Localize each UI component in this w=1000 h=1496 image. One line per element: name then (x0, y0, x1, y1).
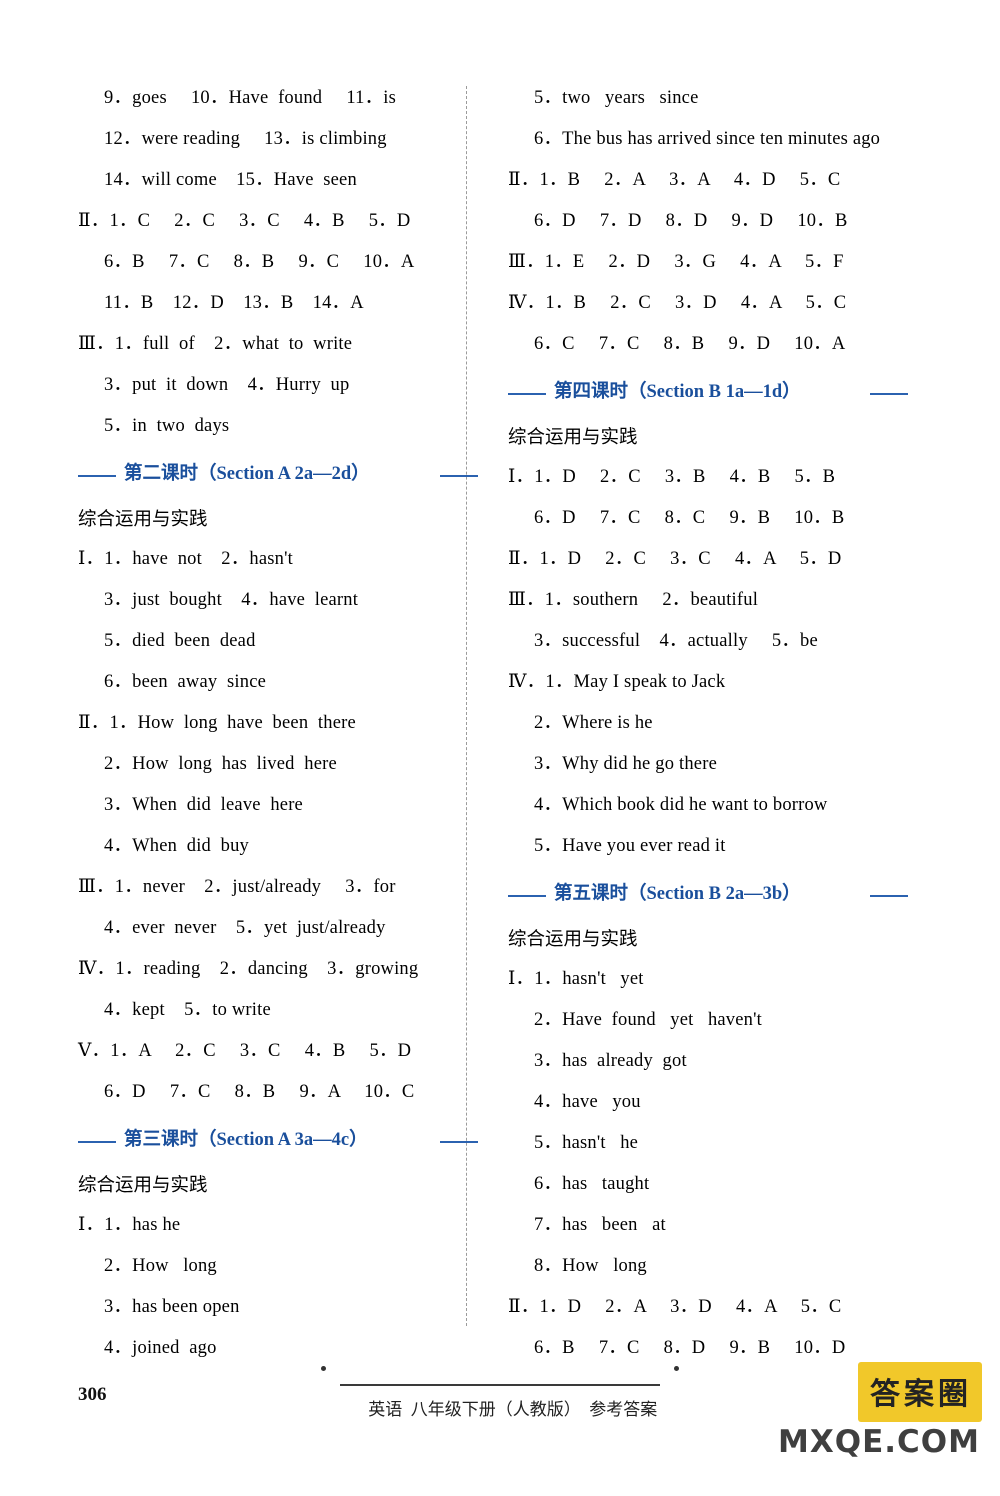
answer-line: 5．died been dead (104, 631, 256, 651)
answer-line: 6．has taught (534, 1174, 650, 1194)
answer-line: 8．How long (534, 1256, 647, 1276)
footer-rule (340, 1384, 660, 1386)
section-heading: 第五课时（Section B 2a—3b） (508, 879, 908, 913)
section-heading-label: 第四课时（Section B 1a—1d） (554, 382, 801, 402)
watermark-url: MXQE.COM (777, 1424, 980, 1460)
footer-dot-right (674, 1366, 680, 1371)
watermark-badge: 答案圈 (858, 1362, 982, 1422)
answer-line: Ⅱ．1．How long have been there (78, 713, 356, 733)
answer-line: 3．put it down 4．Hurry up (104, 375, 350, 395)
answer-line: 14．will come 15．Have seen (104, 170, 357, 190)
answer-line: 6．D 7．D 8．D 9．D 10．B (534, 211, 848, 231)
answer-key-page: 9．goes 10．Have found 11．is 12．were readin… (0, 0, 1000, 1496)
heading-rule-left (78, 1141, 116, 1143)
answer-line: 4．Which book did he want to borrow (534, 795, 828, 815)
answer-line: 3．has already got (534, 1051, 687, 1071)
heading-rule-right (870, 393, 908, 395)
answer-line: Ⅱ．1．D 2．A 3．D 4．A 5．C (508, 1297, 842, 1317)
section-heading: 第四课时（Section B 1a—1d） (508, 377, 908, 411)
answer-line: 12．were reading 13．is climbing (104, 129, 387, 149)
heading-rule-right (440, 475, 478, 477)
answer-line: 6．been away since (104, 672, 267, 692)
answer-line: Ⅴ．1．A 2．C 3．C 4．B 5．D (78, 1041, 412, 1061)
answer-line: Ⅱ．1．D 2．C 3．C 4．A 5．D (508, 549, 842, 569)
answer-line: Ⅰ．1．has he (78, 1215, 181, 1235)
answer-line: Ⅰ．1．have not 2．hasn't (78, 549, 294, 569)
answer-line: 5．Have you ever read it (534, 836, 726, 856)
page-number: 306 (78, 1384, 107, 1405)
answer-line: Ⅱ．1．C 2．C 3．C 4．B 5．D (78, 211, 411, 231)
answer-line: 6．B 7．C 8．B 9．C 10．A (104, 252, 415, 272)
heading-rule-left (508, 895, 546, 897)
section-heading-label: 第三课时（Section A 3a—4c） (124, 1130, 368, 1150)
answer-line: Ⅳ．1．reading 2．dancing 3．growing (78, 959, 419, 979)
answer-line: 6．C 7．C 8．B 9．D 10．A (534, 334, 846, 354)
answer-line: 2．Where is he (534, 713, 653, 733)
answer-line: 6．D 7．C 8．B 9．A 10．C (104, 1082, 415, 1102)
answer-line: Ⅱ．1．B 2．A 3．A 4．D 5．C (508, 170, 841, 190)
subsection-heading: 综合运用与实践 (508, 428, 638, 448)
answer-line: 9．goes 10．Have found 11．is (104, 88, 397, 108)
answer-line: Ⅰ．1．hasn't yet (508, 969, 644, 989)
answer-line: 3．just bought 4．have learnt (104, 590, 359, 610)
section-heading: 第二课时（Section A 2a—2d） (78, 459, 478, 493)
answer-line: 4．ever never 5．yet just/already (104, 918, 386, 938)
heading-rule-right (440, 1141, 478, 1143)
footer-text: 英语 八年级下册（人教版） 参考答案 (368, 1400, 658, 1419)
answer-line: 4．When did buy (104, 836, 250, 856)
left-column: 9．goes 10．Have found 11．is 12．were readin… (78, 78, 478, 1369)
footer-dot-left (320, 1366, 326, 1371)
answer-line: 5．in two days (104, 416, 230, 436)
section-heading: 第三课时（Section A 3a—4c） (78, 1125, 478, 1159)
heading-rule-right (870, 895, 908, 897)
section-heading-label: 第二课时（Section A 2a—2d） (124, 464, 370, 484)
answer-line: 3．Why did he go there (534, 754, 717, 774)
answer-line: Ⅰ．1．D 2．C 3．B 4．B 5．B (508, 467, 836, 487)
answer-line: 4．have you (534, 1092, 641, 1112)
watermark: 答案圈 MXQE.COM (752, 1362, 992, 1490)
answer-line: 11．B 12．D 13．B 14．A (104, 293, 364, 313)
heading-rule-left (508, 393, 546, 395)
answer-line: Ⅲ．1．southern 2．beautiful (508, 590, 759, 610)
answer-line: 3．has been open (104, 1297, 240, 1317)
subsection-heading: 综合运用与实践 (78, 1176, 208, 1196)
answer-line: 7．has been at (534, 1215, 666, 1235)
answer-line: 3．successful 4．actually 5．be (534, 631, 818, 651)
answer-line: Ⅲ．1．E 2．D 3．G 4．A 5．F (508, 252, 844, 272)
answer-line: 6．D 7．C 8．C 9．B 10．B (534, 508, 845, 528)
answer-line: Ⅳ．1．May I speak to Jack (508, 672, 726, 692)
answer-line: 2．Have found yet haven't (534, 1010, 762, 1030)
answer-line: 5．two years since (534, 88, 699, 108)
answer-line: 3．When did leave here (104, 795, 303, 815)
subsection-heading: 综合运用与实践 (78, 510, 208, 530)
answer-line: Ⅲ．1．never 2．just/already 3．for (78, 877, 396, 897)
answer-line: 2．How long has lived here (104, 754, 337, 774)
heading-rule-left (78, 475, 116, 477)
section-heading-label: 第五课时（Section B 2a—3b） (554, 884, 801, 904)
right-column: 5．two years since 6．The bus has arrived s… (508, 78, 908, 1369)
answer-line: 5．hasn't he (534, 1133, 639, 1153)
subsection-heading: 综合运用与实践 (508, 930, 638, 950)
answer-line: 2．How long (104, 1256, 217, 1276)
answer-line: Ⅲ．1．full of 2．what to write (78, 334, 353, 354)
answer-line: Ⅳ．1．B 2．C 3．D 4．A 5．C (508, 293, 847, 313)
answer-line: 6．The bus has arrived since ten minutes … (534, 129, 881, 149)
answer-line: 4．kept 5．to write (104, 1000, 271, 1020)
